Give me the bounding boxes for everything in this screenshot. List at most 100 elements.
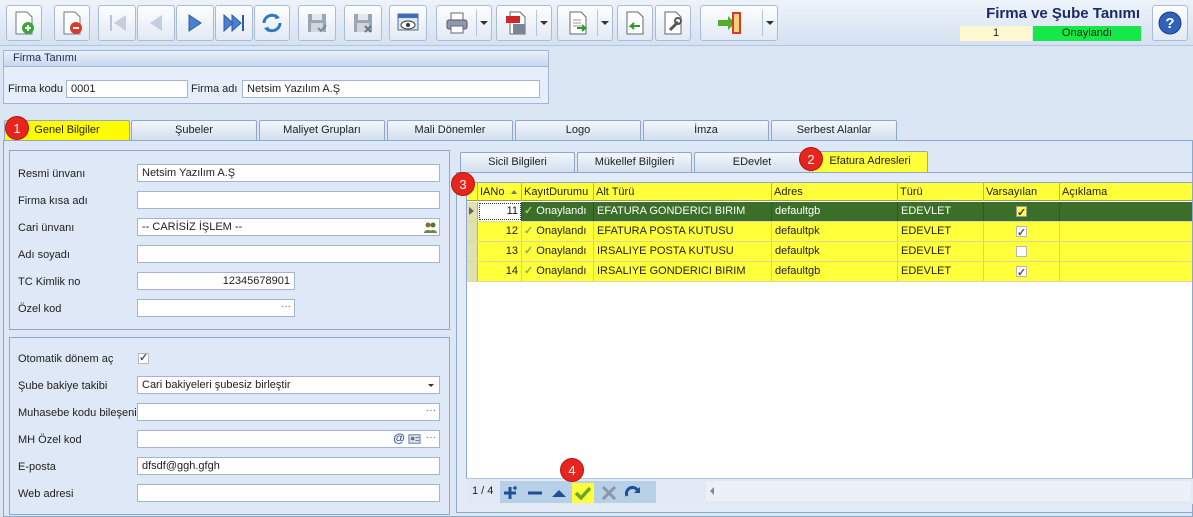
varsayilan-checkbox[interactable] — [1016, 264, 1027, 281]
cell-turu[interactable]: EDEVLET — [898, 222, 984, 241]
preview-button[interactable] — [389, 5, 427, 41]
cell-adres[interactable]: defaultgb — [772, 202, 898, 221]
mh-ozel-kod-input[interactable]: @ ··· — [137, 430, 440, 448]
table-row[interactable]: 13 ✓ Onaylandı IRSALIYE POSTA KUTUSU def… — [467, 242, 1192, 262]
table-row[interactable]: 11 ✓ Onaylandı EFATURA GONDERICI BIRIM d… — [467, 202, 1192, 222]
column-header-adres[interactable]: Adres — [772, 183, 898, 201]
import-button[interactable] — [617, 5, 653, 41]
cell-durum[interactable]: ✓ Onaylandı — [522, 262, 594, 281]
cell-varsayilan[interactable] — [984, 222, 1060, 241]
cell-durum[interactable]: ✓ Onaylandı — [522, 222, 594, 241]
resmi-unvan-input[interactable]: Netsim Yazılım A.Ş — [137, 164, 440, 182]
tab-serbest-alanlar[interactable]: Serbest Alanlar — [771, 120, 897, 140]
cell-varsayilan[interactable] — [984, 202, 1060, 221]
cell-iano[interactable]: 13 — [478, 242, 522, 261]
refresh-grid-button[interactable] — [622, 483, 644, 503]
cell-varsayilan[interactable] — [984, 242, 1060, 261]
cell-adres[interactable]: defaultpk — [772, 242, 898, 261]
cell-adres[interactable]: defaultgb — [772, 262, 898, 281]
tab-subeler[interactable]: Şubeler — [131, 120, 257, 140]
cancel-button[interactable] — [598, 483, 620, 503]
tab-logo[interactable]: Logo — [515, 120, 641, 140]
cell-aciklama[interactable] — [1060, 222, 1192, 241]
tab-edevlet[interactable]: EDevlet — [694, 152, 810, 172]
next-record-button[interactable] — [176, 5, 214, 41]
ellipsis-button[interactable]: ··· — [426, 432, 436, 444]
varsayilan-checkbox[interactable] — [1016, 246, 1027, 257]
tc-kimlik-input[interactable]: 12345678901 — [137, 272, 295, 290]
column-header-alt-turu[interactable]: Alt Türü — [594, 183, 772, 201]
tab-maliyet-gruplari[interactable]: Maliyet Grupları — [259, 120, 385, 140]
tab-sicil-bilgileri[interactable]: Sicil Bilgileri — [460, 152, 575, 172]
cell-iano[interactable]: 11 — [478, 202, 522, 221]
ellipsis-button[interactable]: ··· — [426, 405, 436, 417]
cell-iano[interactable]: 12 — [478, 222, 522, 241]
at-sign-icon[interactable]: @ — [393, 432, 405, 444]
adi-soyadi-input[interactable] — [137, 245, 440, 263]
cell-durum[interactable]: ✓ Onaylandı — [522, 242, 594, 261]
cell-alt-turu[interactable]: EFATURA POSTA KUTUSU — [594, 222, 772, 241]
column-header-aciklama[interactable]: Açıklama — [1060, 183, 1192, 201]
refresh-button[interactable] — [254, 5, 290, 41]
prev-record-button[interactable] — [137, 5, 175, 41]
kisa-adi-input[interactable] — [137, 191, 440, 209]
save-close-button[interactable] — [344, 5, 382, 41]
cell-varsayilan[interactable] — [984, 262, 1060, 281]
firma-kodu-input[interactable]: 0001 — [66, 80, 188, 98]
web-adresi-input[interactable] — [137, 484, 440, 502]
cell-turu[interactable]: EDEVLET — [898, 262, 984, 281]
column-header-iano[interactable]: IANo — [478, 183, 522, 201]
horizontal-scrollbar[interactable] — [706, 481, 1191, 501]
row-indicator — [467, 262, 478, 281]
confirm-button[interactable] — [572, 483, 594, 503]
help-button[interactable]: ? — [1152, 5, 1188, 41]
cell-turu[interactable]: EDEVLET — [898, 242, 984, 261]
cell-durum[interactable]: ✓ Onaylandı — [522, 202, 594, 221]
tab-efatura-adresleri[interactable]: Efatura Adresleri — [812, 151, 928, 173]
next-icon — [188, 14, 202, 32]
cell-iano[interactable]: 14 — [478, 262, 522, 281]
delete-record-button[interactable] — [54, 5, 90, 41]
exit-button[interactable] — [700, 5, 778, 41]
scroll-left-icon[interactable] — [710, 487, 714, 495]
new-record-button[interactable] — [6, 5, 42, 41]
varsayilan-checkbox[interactable] — [1016, 224, 1027, 241]
firma-adi-input[interactable]: Netsim Yazılım A.Ş — [242, 80, 540, 98]
cell-turu[interactable]: EDEVLET — [898, 202, 984, 221]
cell-alt-turu[interactable]: IRSALIYE POSTA KUTUSU — [594, 242, 772, 261]
tab-mali-donemler[interactable]: Mali Dönemler — [387, 120, 513, 140]
cell-aciklama[interactable] — [1060, 262, 1192, 281]
eposta-input[interactable]: dfsdf@ggh.gfgh — [137, 457, 440, 475]
sube-bakiye-select[interactable]: Cari bakiyeleri şubesiz birleştir — [137, 376, 440, 394]
cell-aciklama[interactable] — [1060, 202, 1192, 221]
column-header-kayit-durumu[interactable]: KayıtDurumu — [522, 183, 594, 201]
first-record-button[interactable] — [98, 5, 136, 41]
print-button[interactable] — [436, 5, 492, 41]
export-button[interactable] — [557, 5, 613, 41]
ellipsis-button[interactable]: ··· — [281, 301, 291, 313]
last-record-button[interactable] — [215, 5, 253, 41]
remove-button[interactable] — [524, 483, 546, 503]
export-pdf-button[interactable] — [496, 5, 552, 41]
ozel-kod-input[interactable]: ··· — [137, 299, 295, 317]
column-header-turu[interactable]: Türü — [898, 183, 984, 201]
add-button[interactable] — [500, 483, 522, 503]
otomatik-donem-checkbox[interactable] — [138, 351, 149, 364]
cari-unvan-input[interactable]: -- CARİSİZ İŞLEM -- — [137, 218, 440, 236]
varsayilan-checkbox[interactable] — [1016, 204, 1027, 221]
save-button[interactable] — [298, 5, 336, 41]
people-lookup-icon[interactable] — [423, 220, 437, 234]
muhasebe-kodu-input[interactable]: ··· — [137, 403, 440, 421]
column-header-varsayilan[interactable]: Varsayılan — [984, 183, 1060, 201]
tools-button[interactable] — [655, 5, 691, 41]
tab-mukellef-bilgileri[interactable]: Mükellef Bilgileri — [577, 152, 692, 172]
cell-alt-turu[interactable]: EFATURA GONDERICI BIRIM — [594, 202, 772, 221]
address-card-icon[interactable] — [408, 433, 421, 446]
cell-aciklama[interactable] — [1060, 242, 1192, 261]
tab-imza[interactable]: İmza — [643, 120, 769, 140]
table-row[interactable]: 12 ✓ Onaylandı EFATURA POSTA KUTUSU defa… — [467, 222, 1192, 242]
table-row[interactable]: 14 ✓ Onaylandı IRSALIYE GONDERICI BIRIM … — [467, 262, 1192, 282]
move-up-button[interactable] — [548, 483, 570, 503]
cell-alt-turu[interactable]: IRSALIYE GONDERICI BIRIM — [594, 262, 772, 281]
cell-adres[interactable]: defaultpk — [772, 222, 898, 241]
